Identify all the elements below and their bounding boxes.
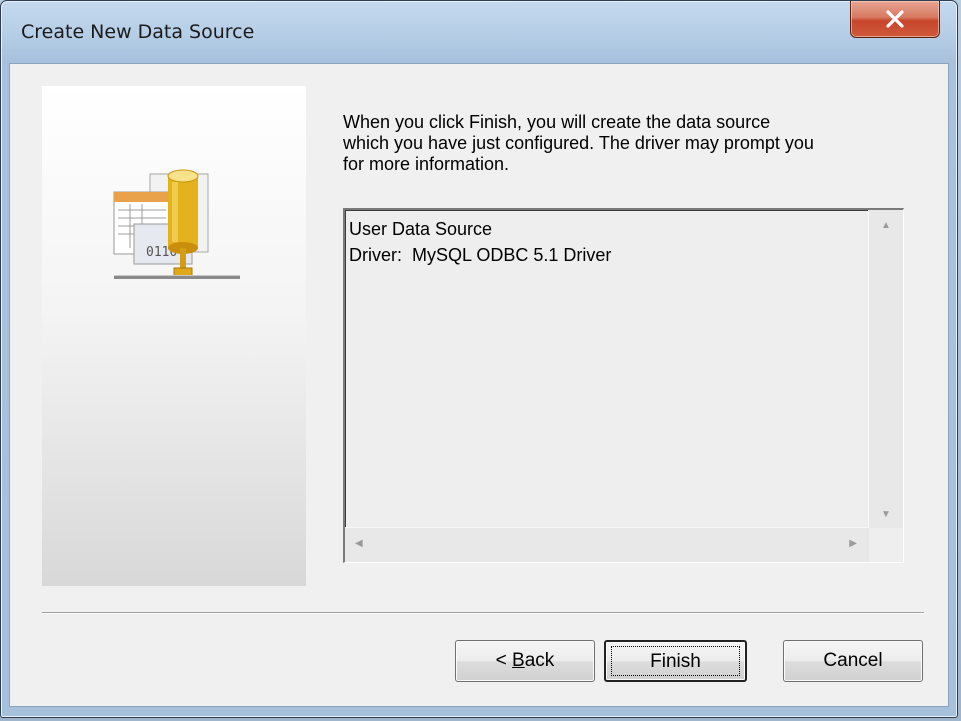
back-rest: ack	[524, 650, 555, 671]
summary-text: User Data Source Driver: MySQL ODBC 5.1 …	[349, 216, 611, 268]
scroll-left-arrow-icon[interactable]: ◀	[355, 538, 363, 549]
create-data-source-dialog: Create New Data Source 0110 When you cli…	[0, 0, 958, 718]
dialog-body: 0110 When you click Finish, you will cre…	[9, 63, 949, 707]
back-button[interactable]: < Back	[455, 640, 595, 682]
back-button-label: < Back	[496, 650, 555, 671]
finish-button[interactable]: Finish	[604, 640, 747, 682]
wizard-side-panel: 0110	[42, 86, 306, 586]
cancel-button-label: Cancel	[823, 650, 883, 671]
title-bar[interactable]: Create New Data Source	[1, 1, 957, 63]
description-line: which you have just configured. The driv…	[343, 133, 814, 153]
data-source-summary-box[interactable]: User Data Source Driver: MySQL ODBC 5.1 …	[343, 208, 904, 563]
separator-line	[42, 612, 924, 614]
finish-button-label: Finish	[650, 651, 701, 672]
summary-line: User Data Source	[349, 219, 493, 239]
cancel-button[interactable]: Cancel	[783, 640, 923, 682]
description-line: for more information.	[343, 154, 510, 174]
description-line: When you click Finish, you will create t…	[343, 112, 771, 132]
scroll-up-arrow-icon[interactable]: ▲	[881, 220, 891, 231]
scrollbar-corner	[869, 528, 903, 562]
summary-line: Driver: MySQL ODBC 5.1 Driver	[349, 245, 612, 265]
vertical-scrollbar[interactable]: ▲ ▼	[868, 210, 903, 528]
close-icon	[886, 10, 904, 28]
close-button[interactable]	[850, 1, 940, 38]
database-network-icon: 0110	[113, 169, 240, 279]
scroll-down-arrow-icon[interactable]: ▼	[881, 509, 891, 520]
scroll-right-arrow-icon[interactable]: ▶	[849, 538, 857, 549]
back-prefix: <	[495, 650, 513, 671]
back-mnemonic: B	[512, 650, 525, 671]
finish-description: When you click Finish, you will create t…	[343, 112, 913, 175]
horizontal-scrollbar[interactable]: ◀ ▶	[345, 527, 869, 562]
window-title: Create New Data Source	[21, 21, 255, 43]
